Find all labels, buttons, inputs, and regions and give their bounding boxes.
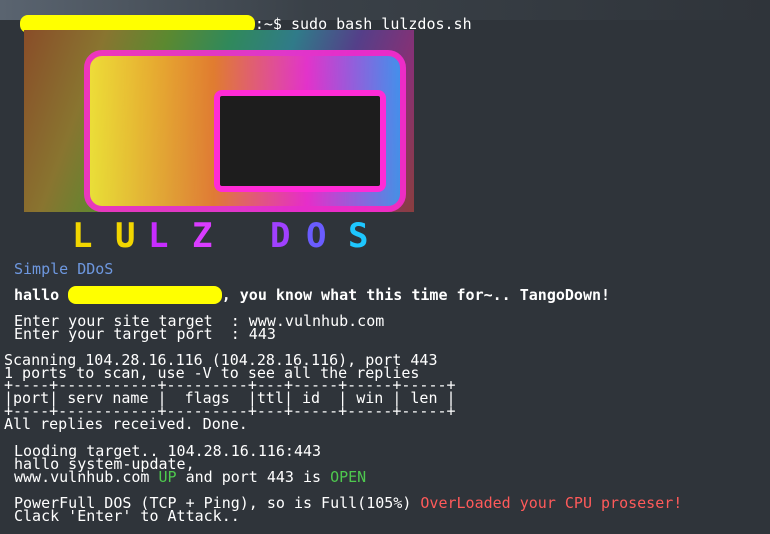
cat-face xyxy=(214,90,386,192)
logo-letter-d: D xyxy=(270,216,295,256)
port-line: Enter your target port : 443 xyxy=(14,325,276,343)
nyan-cat-ascii-art xyxy=(24,30,414,212)
all-replies-line: All replies received. Done. xyxy=(4,415,248,433)
logo-letter-l1: L xyxy=(72,216,97,256)
shell-prompt: xxxxxxxxxxxxxxxxxxxxxxxxxx:~$ sudo bash … xyxy=(2,3,472,33)
attack-prompt: Clack 'Enter' to Attack.. xyxy=(14,507,240,525)
up-status: UP xyxy=(158,468,177,486)
logo-letter-o: O xyxy=(306,216,331,256)
cpu-warning: OverLoaded your CPU proseser! xyxy=(420,494,683,512)
logo-letter-l2: L xyxy=(148,216,173,256)
logo-letter-u: U xyxy=(115,216,140,256)
logo-letter-z: Z xyxy=(192,216,217,256)
greeting-line: hallo xxxxxxxxxxxxxxxxx, you know what t… xyxy=(14,286,611,304)
redacted-username: xxxxxxxxxxxxxxxxx xyxy=(68,286,222,304)
logo-letter-s: S xyxy=(348,216,373,256)
open-status: OPEN xyxy=(330,468,367,486)
subtitle: Simple DDoS xyxy=(14,260,114,278)
host-status-line: www.vulnhub.com UP and port 443 is OPEN xyxy=(14,468,367,486)
